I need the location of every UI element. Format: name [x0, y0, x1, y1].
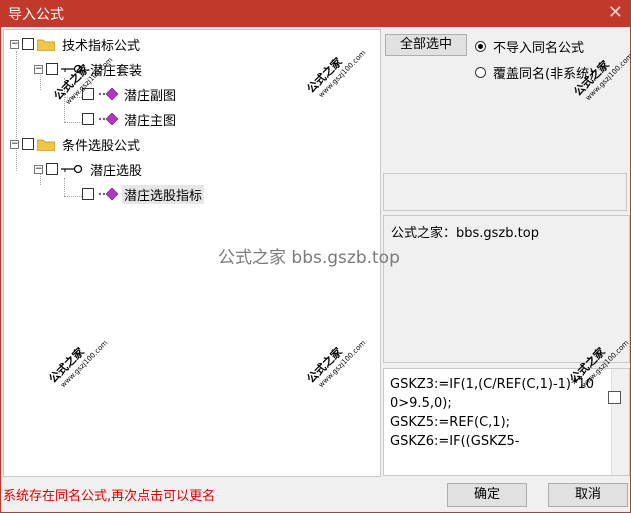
tree-node-label: 潜庄主图 — [124, 113, 177, 129]
collapse-icon[interactable]: − — [10, 39, 19, 49]
tree-node-label: 潜庄副图 — [124, 88, 177, 104]
radio-label: 不导入同名公式 — [493, 41, 585, 56]
radio-icon[interactable] — [475, 67, 486, 78]
watermark-center: 公式之家 bbs.gszb.top — [218, 248, 400, 268]
tree-node-condition-formula[interactable]: − 条件选股公式 — [10, 134, 142, 154]
tree-checkbox[interactable] — [82, 113, 94, 125]
collapse-icon[interactable]: − — [10, 139, 19, 149]
diamond-icon — [98, 88, 119, 100]
tree-node-fu-tu[interactable]: 潜庄副图 — [82, 84, 178, 104]
ok-button[interactable]: 确定 — [447, 483, 527, 507]
tree-node-tech-formula[interactable]: − 技术指标公式 — [10, 34, 142, 54]
diamond-icon — [98, 188, 119, 200]
title-bar: 导入公式 ✕ — [0, 0, 631, 27]
select-all-button[interactable]: 全部选中 — [385, 34, 467, 56]
radio-no-import[interactable]: 不导入同名公式 — [475, 37, 584, 56]
tree-checkbox[interactable] — [22, 138, 34, 150]
tree-checkbox[interactable] — [22, 38, 34, 50]
dialog-client: − 技术指标公式 − 潜庄套装 潜庄副图 潜庄主图 − 条件选股公式 − 潜庄选… — [1, 27, 630, 512]
cancel-button[interactable]: 取消 — [548, 483, 628, 507]
tree-node-label: 潜庄选股指标 — [122, 184, 205, 204]
status-message: 系统存在同名公式,再次点击可以更名 — [3, 489, 216, 504]
folder-icon — [37, 139, 55, 151]
window-title: 导入公式 — [8, 7, 64, 23]
collapse-icon[interactable]: − — [34, 164, 43, 174]
description-panel: 公式之家：bbs.gszb.top — [383, 215, 630, 363]
diamond-icon — [98, 113, 119, 125]
blank-info-panel — [383, 173, 627, 211]
code-scrollbar[interactable] — [611, 369, 629, 475]
code-preview[interactable]: GSKZ3:=IF(1,(C/REF(C,1)-1)*100>9.5,0); G… — [383, 368, 630, 476]
code-text: GSKZ3:=IF(1,(C/REF(C,1)-1)*100>9.5,0); G… — [390, 377, 595, 449]
tree-checkbox[interactable] — [46, 63, 58, 75]
description-text: 公式之家：bbs.gszb.top — [391, 226, 539, 241]
tree-node-zhu-tu[interactable]: 潜庄主图 — [82, 109, 178, 129]
tree-node-xuangu-zhibiao[interactable]: 潜庄选股指标 — [82, 184, 205, 204]
tree-checkbox[interactable] — [82, 188, 94, 200]
tree-node-label: 条件选股公式 — [62, 138, 141, 154]
folder-icon — [37, 39, 55, 51]
tree-checkbox[interactable] — [46, 163, 58, 175]
tree-connector — [64, 178, 65, 196]
close-icon[interactable]: ✕ — [608, 2, 623, 23]
radio-icon[interactable] — [475, 41, 486, 52]
collapse-icon[interactable]: − — [34, 64, 43, 74]
code-checkbox[interactable] — [608, 391, 621, 404]
tree-node-qianzhuang-xuangu[interactable]: − 潜庄选股 — [34, 159, 144, 179]
key-icon — [61, 164, 83, 174]
tree-node-label: 潜庄选股 — [90, 163, 143, 179]
radio-overwrite[interactable]: 覆盖同名(非系统) — [475, 63, 594, 82]
